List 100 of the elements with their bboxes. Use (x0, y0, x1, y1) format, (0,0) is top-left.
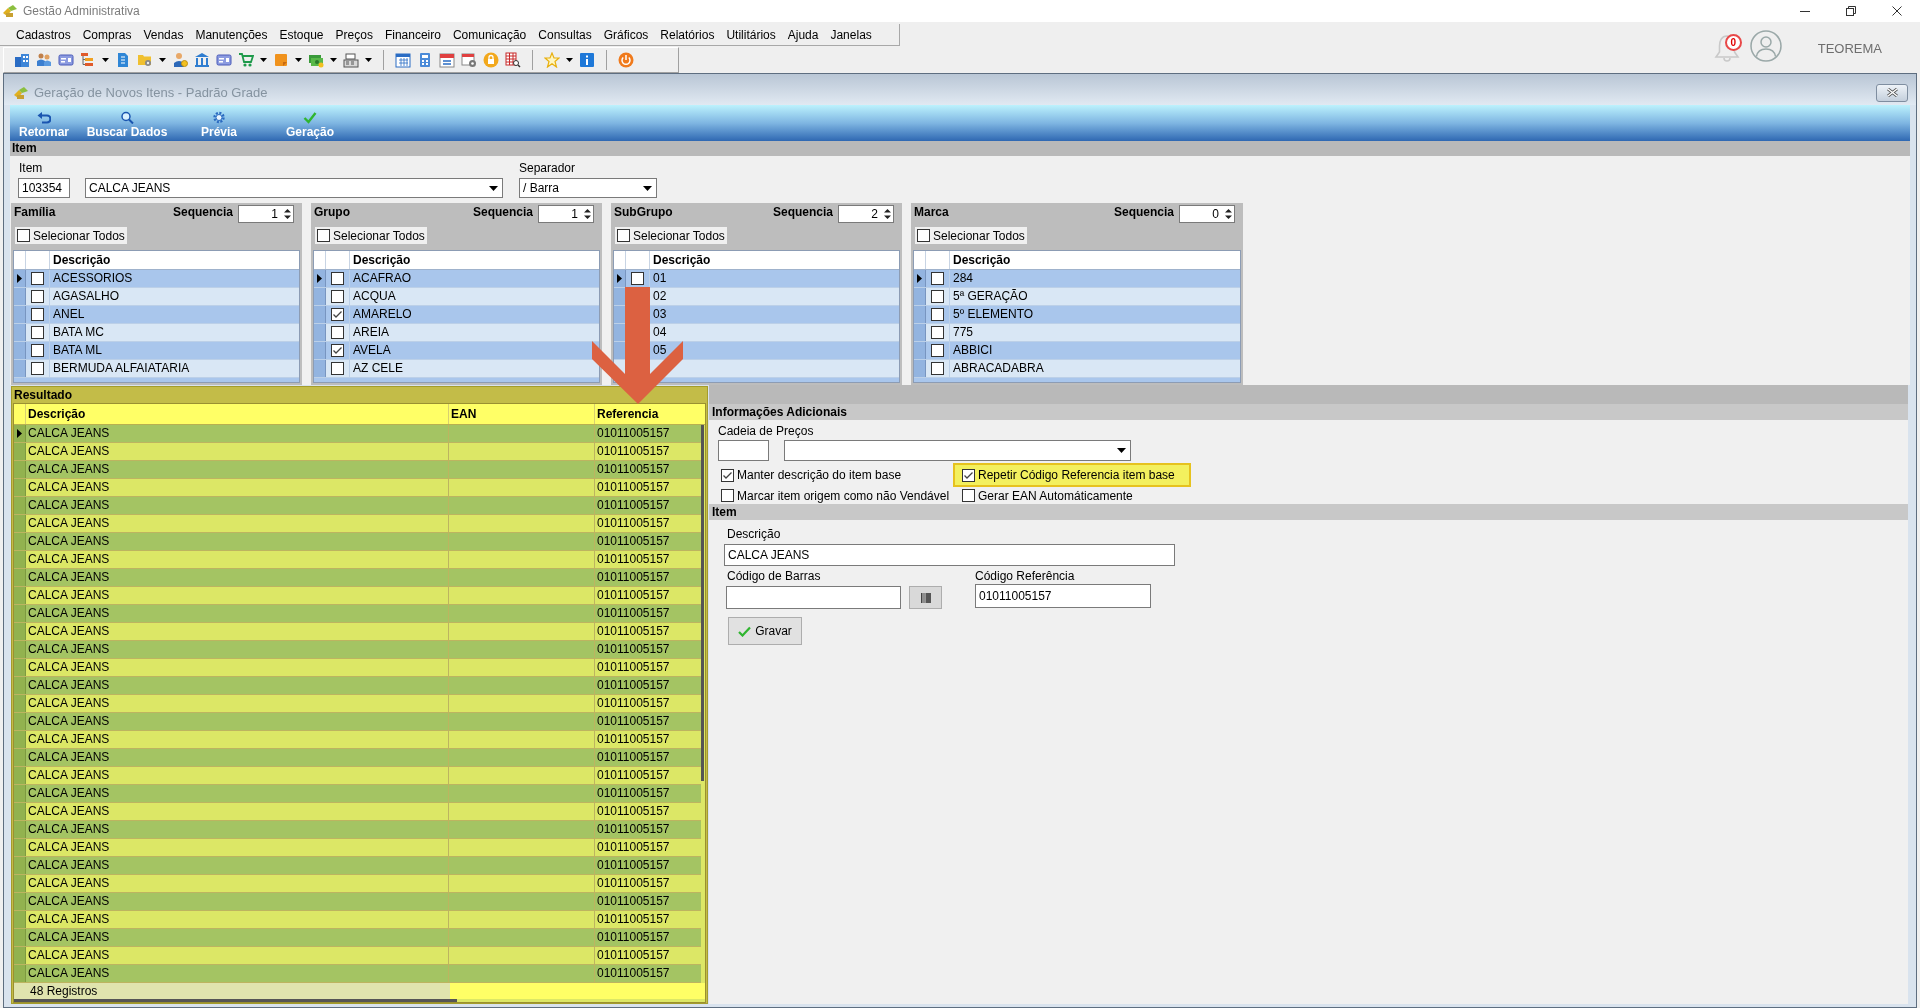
select-all-option[interactable]: Selecionar Todos (915, 227, 1027, 244)
cash-register-icon[interactable] (343, 52, 359, 68)
spin-arrows-icon[interactable] (1224, 207, 1233, 221)
item-code-field[interactable]: 103354 (18, 178, 70, 198)
checkbox[interactable] (962, 468, 975, 482)
money-icon[interactable] (308, 52, 324, 68)
checkbox[interactable] (631, 272, 644, 285)
caret-icon[interactable] (643, 185, 652, 191)
note-icon[interactable] (273, 52, 289, 68)
info-icon[interactable] (579, 52, 595, 68)
sequence-spinbox[interactable]: 2 (838, 205, 894, 223)
menu-item[interactable]: Compras (76, 24, 138, 45)
spin-arrows-icon[interactable] (883, 207, 892, 221)
checkbox[interactable] (962, 489, 975, 502)
list-row[interactable]: 5º ELEMENTO (914, 306, 1240, 324)
list-row[interactable]: AREIA (314, 324, 599, 342)
checkbox[interactable] (31, 326, 44, 339)
checkbox[interactable] (917, 229, 930, 242)
checkbox[interactable] (931, 290, 944, 303)
menu-item[interactable]: Manutenções (189, 24, 274, 45)
result-row[interactable]: CALCA JEANS 01011005157 (14, 569, 701, 587)
list-row[interactable]: ACESSORIOS (14, 270, 299, 288)
result-row[interactable]: CALCA JEANS 01011005157 (14, 929, 701, 947)
caret-icon[interactable] (159, 58, 166, 62)
checkbox-label[interactable]: Marcar item origem como não Vendável (737, 488, 950, 503)
menu-item[interactable]: Ajuda (781, 24, 825, 45)
checkbox[interactable] (931, 362, 944, 375)
close-icon[interactable] (1885, 88, 1899, 97)
result-row[interactable]: CALCA JEANS 01011005157 (14, 515, 701, 533)
power-icon[interactable] (618, 52, 634, 68)
barcode-button[interactable] (909, 586, 942, 609)
buildings-icon[interactable] (14, 52, 30, 68)
separator-combobox[interactable]: / Barra (519, 178, 657, 198)
checkbox[interactable] (931, 272, 944, 285)
result-row[interactable]: CALCA JEANS 01011005157 (14, 677, 701, 695)
result-row[interactable]: CALCA JEANS 01011005157 (14, 695, 701, 713)
result-row[interactable]: CALCA JEANS 01011005157 (14, 803, 701, 821)
list-row[interactable]: 5ª GERAÇÃO (914, 288, 1240, 306)
hierarchy-icon[interactable] (80, 52, 96, 68)
menu-item[interactable]: Relatórios (654, 24, 721, 45)
item-combobox[interactable]: CALCA JEANS (85, 178, 503, 198)
checkbox[interactable] (17, 229, 30, 242)
menu-item[interactable]: Preços (329, 24, 379, 45)
result-row[interactable]: CALCA JEANS 01011005157 (14, 713, 701, 731)
list-row[interactable]: AGASALHO (14, 288, 299, 306)
caret-icon[interactable] (260, 58, 267, 62)
save-button[interactable]: Gravar (728, 617, 802, 645)
checkbox[interactable] (331, 344, 344, 357)
list-row[interactable]: AVELA (314, 342, 599, 360)
result-row[interactable]: CALCA JEANS 01011005157 (14, 497, 701, 515)
checkbox[interactable] (331, 362, 344, 375)
result-row[interactable]: CALCA JEANS 01011005157 (14, 821, 701, 839)
reference-field[interactable]: 01011005157 (975, 584, 1151, 608)
result-row[interactable]: CALCA JEANS 01011005157 (14, 875, 701, 893)
result-row[interactable]: CALCA JEANS 01011005157 (14, 641, 701, 659)
restore-icon[interactable] (1846, 6, 1856, 16)
action-button[interactable]: Geração (278, 105, 342, 140)
list-row[interactable]: 775 (914, 324, 1240, 342)
caret-icon[interactable] (1117, 448, 1126, 453)
close-icon[interactable] (1892, 6, 1902, 16)
caret-icon[interactable] (365, 58, 372, 62)
card-icon[interactable] (58, 52, 74, 68)
caret-icon[interactable] (330, 58, 337, 62)
price-chain-combobox[interactable] (784, 440, 1131, 461)
result-row[interactable]: CALCA JEANS 01011005157 (14, 533, 701, 551)
result-row[interactable]: CALCA JEANS 01011005157 (14, 587, 701, 605)
action-button[interactable]: Buscar Dados (82, 105, 172, 140)
folder-icon[interactable] (137, 52, 153, 68)
menu-item[interactable]: Financeiro (378, 24, 447, 45)
list-row[interactable]: BERMUDA ALFAIATARIA (14, 360, 299, 378)
list-row[interactable]: ABBICI (914, 342, 1240, 360)
sequence-spinbox[interactable]: 1 (238, 205, 294, 223)
person-icon[interactable] (172, 52, 188, 68)
checkbox[interactable] (331, 326, 344, 339)
caret-icon[interactable] (489, 185, 498, 191)
result-row[interactable]: CALCA JEANS 01011005157 (14, 659, 701, 677)
calculator-icon[interactable] (417, 52, 433, 68)
result-row[interactable]: CALCA JEANS 01011005157 (14, 623, 701, 641)
list-row[interactable]: ACAFRAO (314, 270, 599, 288)
menu-item[interactable]: Estoque (273, 24, 330, 45)
list-row[interactable]: BATA ML (14, 342, 299, 360)
menu-item[interactable]: Consultas (532, 24, 598, 45)
menu-item[interactable]: Cadastros (10, 24, 77, 45)
calendar-icon[interactable] (439, 52, 455, 68)
checkbox[interactable] (31, 308, 44, 321)
checkbox[interactable] (31, 290, 44, 303)
result-row[interactable]: CALCA JEANS 01011005157 (14, 443, 701, 461)
result-row[interactable]: CALCA JEANS 01011005157 (14, 731, 701, 749)
select-all-option[interactable]: Selecionar Todos (15, 227, 127, 244)
checkbox[interactable] (31, 362, 44, 375)
result-row[interactable]: CALCA JEANS 01011005157 (14, 551, 701, 569)
result-row[interactable]: CALCA JEANS 01011005157 (14, 839, 701, 857)
result-row[interactable]: CALCA JEANS 01011005157 (14, 425, 701, 443)
barcode-field[interactable] (726, 586, 901, 609)
checkbox[interactable] (331, 272, 344, 285)
result-row[interactable]: CALCA JEANS 01011005157 (14, 767, 701, 785)
list-row[interactable]: ACQUA (314, 288, 599, 306)
result-row[interactable]: CALCA JEANS 01011005157 (14, 479, 701, 497)
caret-icon[interactable] (566, 58, 573, 62)
people-icon[interactable] (36, 52, 52, 68)
